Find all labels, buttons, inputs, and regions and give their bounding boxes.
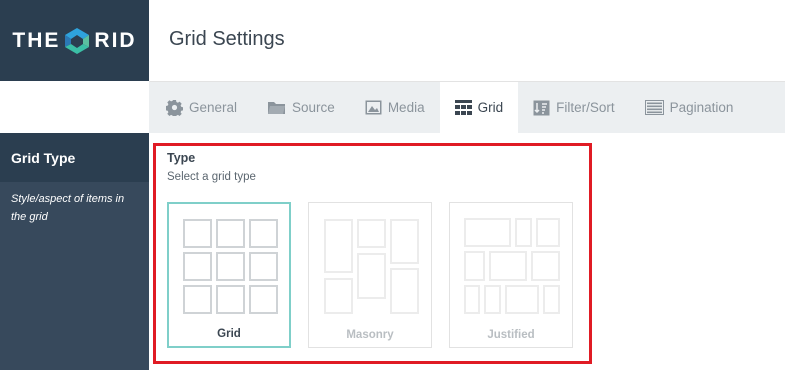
logo-text-left: THE [12,28,61,52]
tab-pagination-label: Pagination [669,100,734,115]
masonry-layout-icon [324,219,419,314]
tab-media-label: Media [387,100,425,115]
tab-source[interactable]: Source [252,82,350,133]
field-help: Select a grid type [167,171,256,183]
app-logo[interactable]: THE RID [12,26,136,56]
tabs-bar-spacer [0,82,149,133]
tab-general[interactable]: General [149,82,252,133]
page-title: Grid Settings [169,28,285,50]
tab-general-label: General [189,100,238,115]
grid-type-label: Justified [487,329,535,341]
grid-type-option-masonry[interactable]: Masonry [308,202,432,348]
tab-grid[interactable]: Grid [439,82,519,133]
pagination-icon [644,100,664,115]
logo-text-right: RID [94,28,137,52]
sidebar-description: Style/aspect of items in the grid [11,193,125,223]
tab-filter-sort[interactable]: Filter/Sort [518,82,630,133]
tab-grid-label: Grid [477,100,504,115]
grid-type-label: Masonry [346,329,394,341]
header: Grid Settings [149,0,785,82]
grid-type-option-justified[interactable]: Justified [449,202,573,348]
filter-sort-icon [533,100,550,115]
logo-mark-icon [65,27,90,54]
tab-source-label: Source [292,100,335,115]
field-label: Type [167,151,196,165]
tab-filter-sort-label: Filter/Sort [556,100,615,115]
grid-icon [454,100,472,115]
settings-tabs: General Source Media Grid Filter/Sort Pa… [149,82,785,133]
sidebar-title: Grid Type [0,133,149,182]
justified-layout-icon [464,218,560,314]
sidebar: Grid Type Style/aspect of items in the g… [0,133,149,370]
grid-type-label: Grid [217,328,241,340]
image-icon [365,100,382,115]
tab-pagination[interactable]: Pagination [630,82,749,133]
grid-type-option-grid[interactable]: Grid [167,202,291,348]
folder-icon [268,102,286,114]
tab-media[interactable]: Media [350,82,440,133]
logo-area: THE RID [0,0,149,81]
gear-icon [166,100,183,116]
